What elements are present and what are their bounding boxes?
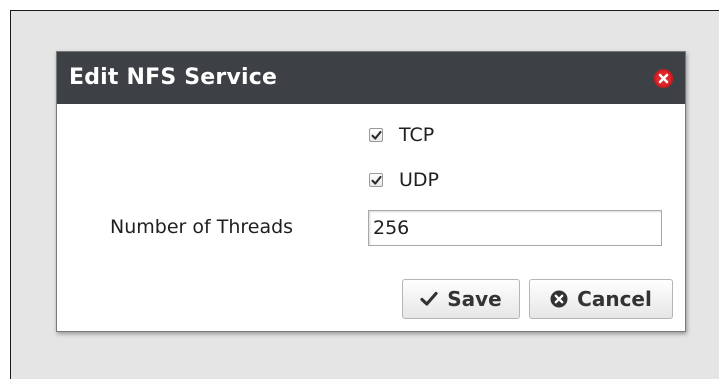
- udp-option[interactable]: UDP: [369, 168, 439, 192]
- close-button[interactable]: [654, 69, 673, 88]
- tcp-checkbox[interactable]: [369, 128, 383, 142]
- close-icon: [658, 73, 669, 84]
- checkmark-icon: [371, 175, 382, 185]
- udp-label: UDP: [399, 169, 439, 191]
- udp-checkbox[interactable]: [369, 173, 383, 187]
- tcp-label: TCP: [399, 124, 435, 146]
- dialog-title-bar: Edit NFS Service: [57, 52, 685, 104]
- number-of-threads-label: Number of Threads: [110, 216, 294, 238]
- save-label: Save: [447, 287, 502, 311]
- cancel-button[interactable]: Cancel: [529, 279, 673, 319]
- edit-nfs-service-dialog: Edit NFS Service TCP UDP Number of Threa…: [56, 51, 686, 332]
- dialog-title: Edit NFS Service: [69, 65, 278, 90]
- screen: Edit NFS Service TCP UDP Number of Threa…: [0, 0, 719, 379]
- checkmark-icon: [420, 291, 438, 307]
- number-of-threads-input[interactable]: [368, 210, 662, 246]
- tcp-option[interactable]: TCP: [369, 123, 434, 147]
- cancel-circle-icon: [550, 290, 568, 308]
- save-button[interactable]: Save: [402, 279, 520, 319]
- cancel-label: Cancel: [577, 287, 652, 311]
- checkmark-icon: [371, 130, 382, 140]
